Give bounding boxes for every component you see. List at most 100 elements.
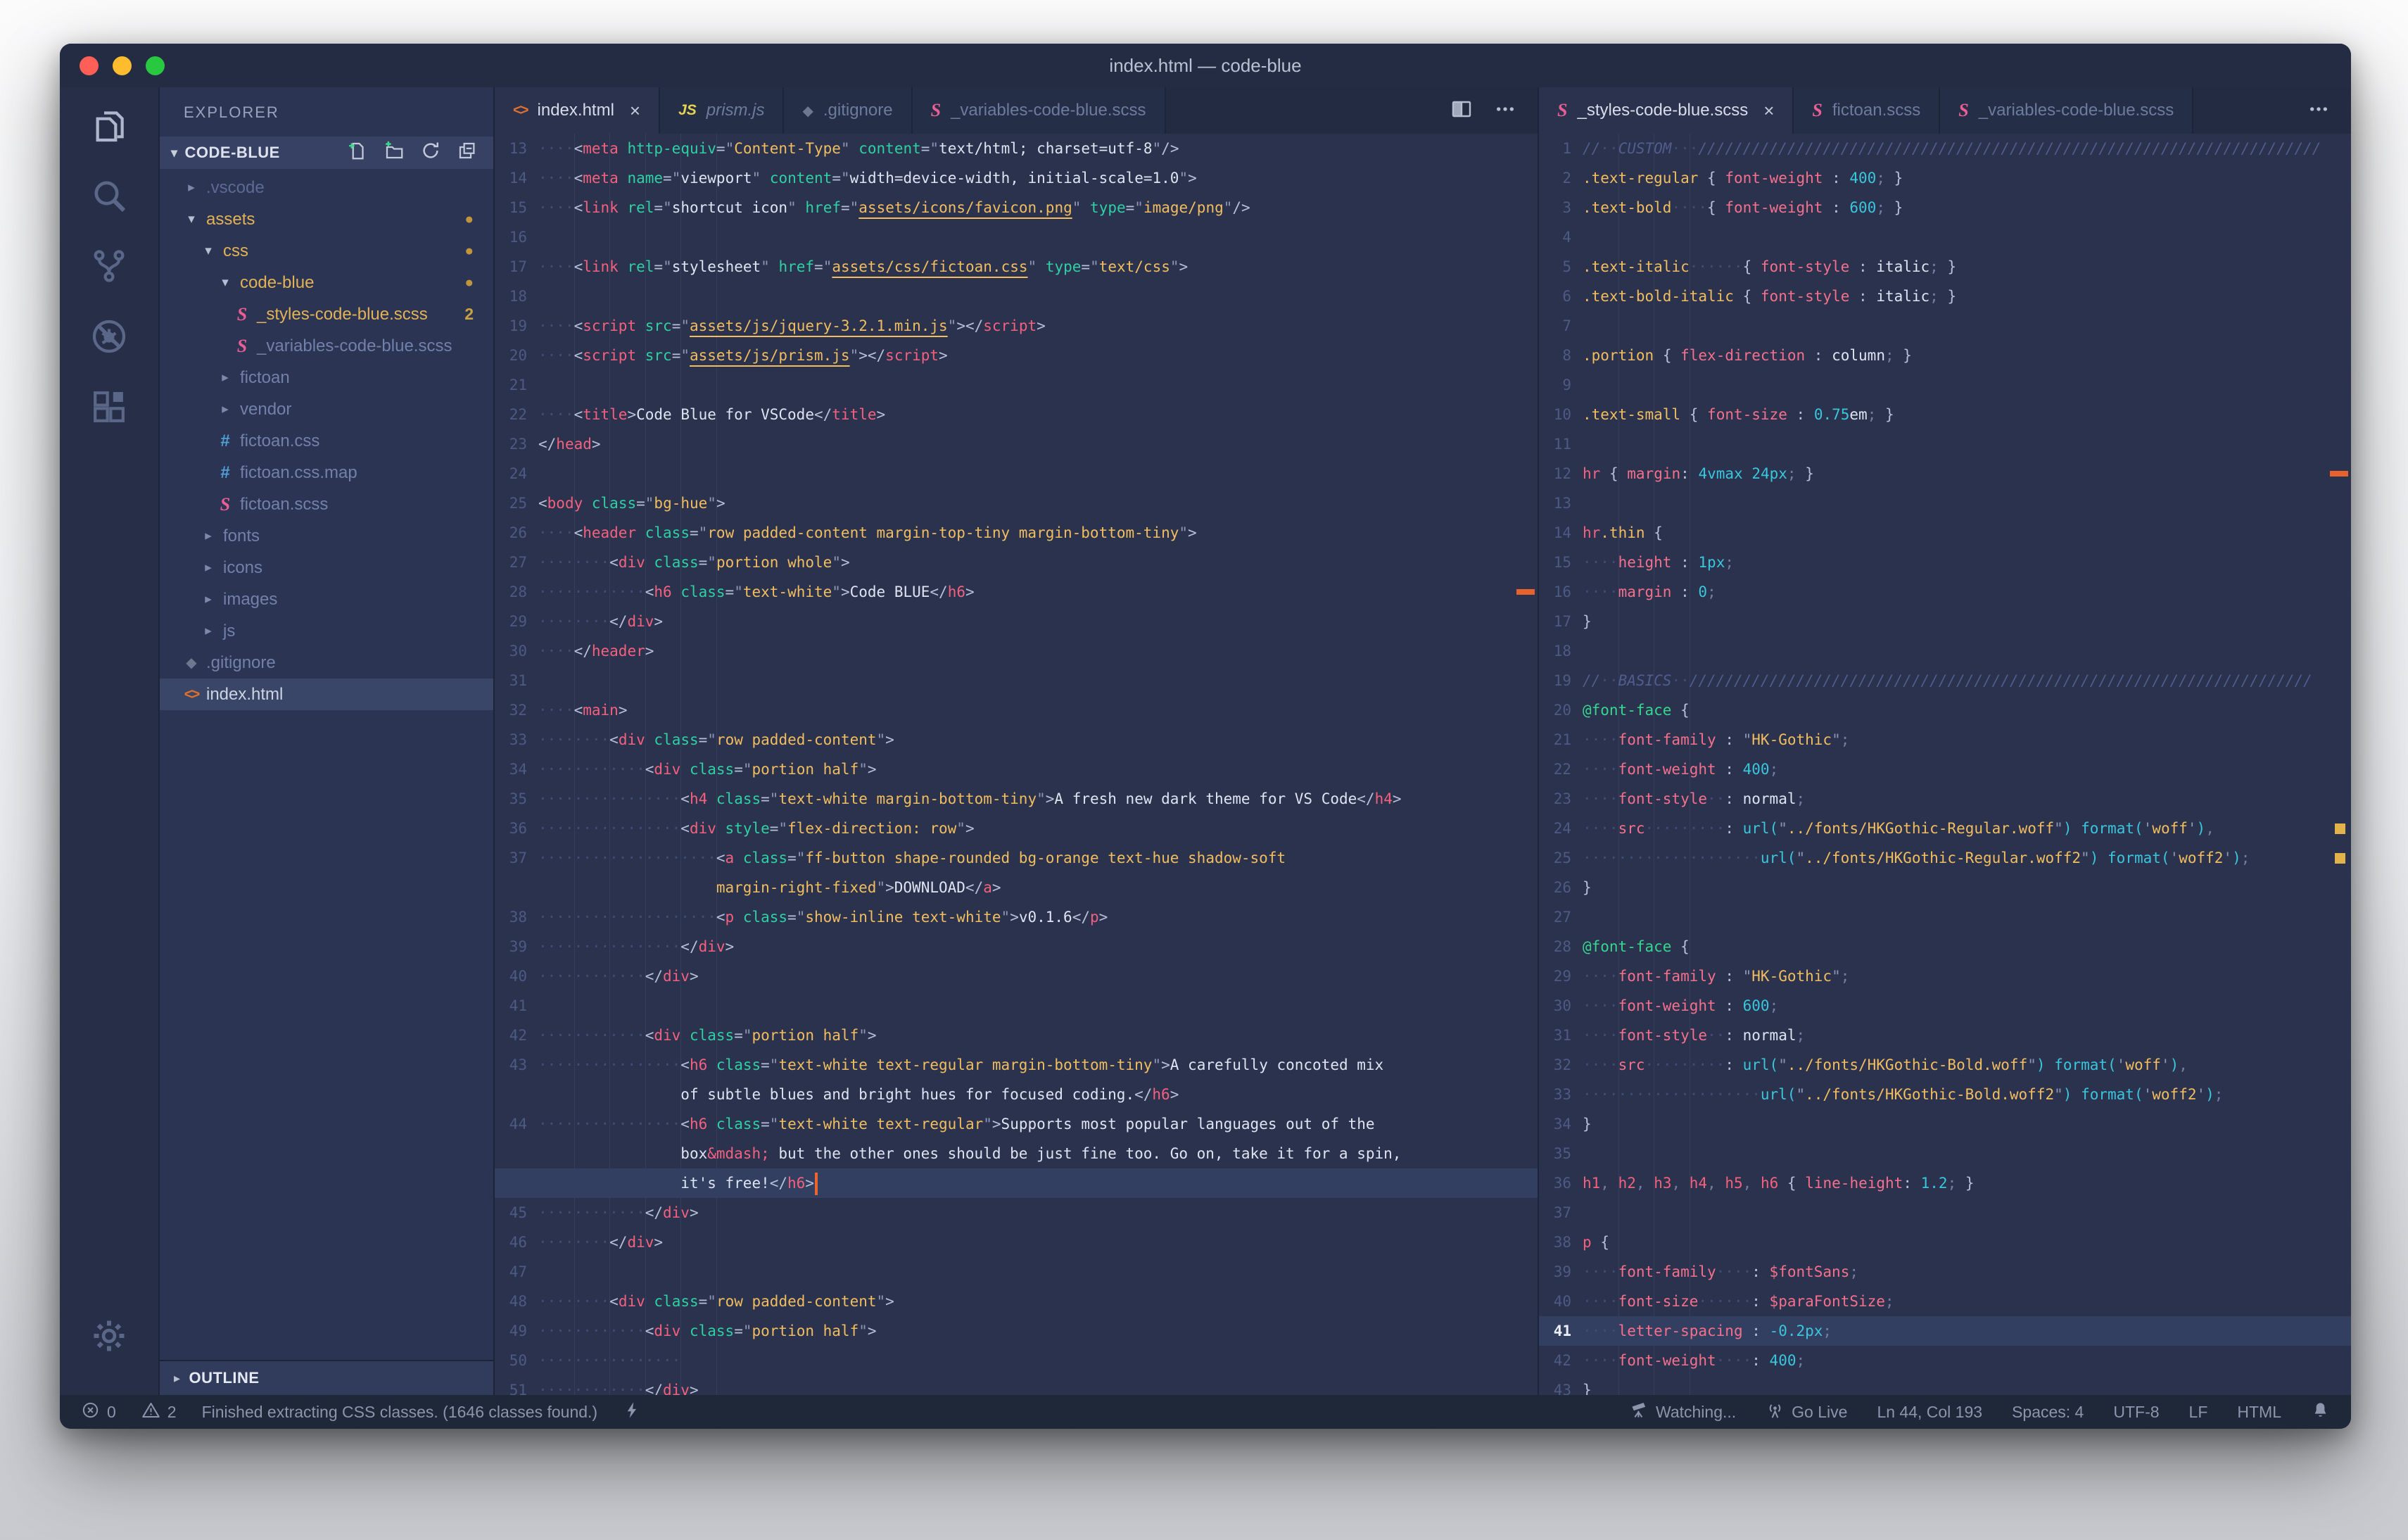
outline-title: OUTLINE (189, 1369, 260, 1387)
tree-item-vendor[interactable]: ▸ vendor (160, 393, 493, 425)
tree-item-code-blue[interactable]: ▾ code-blue ● (160, 267, 493, 298)
editor-actions (1450, 87, 1538, 134)
source-control-icon[interactable] (74, 231, 144, 301)
tree-item-js[interactable]: ▸ js (160, 615, 493, 647)
line-number: 20 (1553, 702, 1571, 719)
code-line: 28 ············<h6 class="text-white">Cod… (495, 577, 1538, 607)
tab-label: .gitignore (823, 101, 893, 120)
status-go-live[interactable]: Go Live (1766, 1401, 1847, 1424)
code-line: 41 ····letter-spacing : -0.2px; (1539, 1316, 2351, 1346)
more-actions-icon[interactable] (2307, 98, 2330, 124)
tab-label: _variables-code-blue.scss (951, 101, 1146, 120)
overview-ruler-marker (2335, 823, 2345, 834)
code-line: 33 ········<div class="row padded-content… (495, 725, 1538, 755)
explorer-icon[interactable] (74, 90, 144, 160)
new-file-icon[interactable] (347, 140, 368, 165)
section-header-code-blue[interactable]: ▾ CODE-BLUE (160, 137, 493, 169)
tree-item-assets[interactable]: ▾ assets ● (160, 203, 493, 235)
more-actions-icon[interactable] (1494, 98, 1516, 124)
status-warnings[interactable]: 2 (141, 1401, 177, 1424)
tab-gitignore[interactable]: ◆ .gitignore (784, 87, 913, 134)
tree-item-label: assets (206, 209, 255, 229)
status-message[interactable]: Finished extracting CSS classes. (1646 c… (202, 1403, 598, 1422)
status-lightning[interactable] (623, 1401, 642, 1424)
code-line: 41 (495, 991, 1538, 1021)
line-number: 25 (1553, 850, 1571, 866)
status-encoding[interactable]: UTF-8 (2113, 1403, 2159, 1422)
collapse-all-icon[interactable] (457, 140, 478, 165)
line-number: 29 (1553, 968, 1571, 985)
tab-fictoan-scss[interactable]: Sfictoan.scss (1794, 87, 1941, 134)
zoom-window-button[interactable] (146, 56, 165, 75)
tab-variables-code-blue-scss[interactable]: S _variables-code-blue.scss (912, 87, 1166, 134)
line-number: 30 (1553, 997, 1571, 1014)
editor-right[interactable]: 1//··CUSTOM···//////////////////////////… (1539, 134, 2351, 1395)
modified-dot-badge: ● (464, 210, 474, 227)
tab-label: _variables-code-blue.scss (1978, 101, 2174, 120)
tree-item-fictoan[interactable]: ▸ fictoan (160, 362, 493, 393)
status-notifications[interactable] (2311, 1401, 2330, 1424)
tree-item-vscode[interactable]: ▸ .vscode (160, 172, 493, 203)
code-line: 46 ········</div> (495, 1227, 1538, 1257)
tree-item-fonts[interactable]: ▸ fonts (160, 520, 493, 552)
code-line: 22 ····<title>Code Blue for VSCode</title… (495, 400, 1538, 429)
html-icon: <> (184, 686, 201, 702)
status-indentation[interactable]: Spaces: 4 (2012, 1403, 2084, 1422)
extensions-icon[interactable] (74, 372, 144, 442)
line-number: 19 (1553, 672, 1571, 689)
tab-prism-js[interactable]: JS prism.js (660, 87, 785, 134)
close-icon[interactable]: × (1763, 100, 1774, 122)
sass-icon: S (236, 303, 248, 324)
sass-icon: S (1812, 100, 1823, 120)
tab-index-html[interactable]: <> index.html × (495, 87, 661, 134)
line-number: 35 (509, 790, 527, 807)
tree-item-index-html[interactable]: <> index.html (160, 679, 493, 710)
line-number: 48 (509, 1293, 527, 1310)
status-cursor-position[interactable]: Ln 44, Col 193 (1877, 1403, 1982, 1422)
code-line: 35 (1539, 1139, 2351, 1168)
tab-label: prism.js (706, 101, 765, 120)
tree-item-css[interactable]: ▾ css ● (160, 235, 493, 267)
tree-item-fictoan-css-map[interactable]: # fictoan.css.map (160, 457, 493, 488)
tree-item-label: fictoan.css.map (240, 462, 357, 482)
status-language-mode[interactable]: HTML (2237, 1403, 2281, 1422)
status-errors[interactable]: 0 (81, 1401, 116, 1424)
tree-item-icons[interactable]: ▸ icons (160, 552, 493, 583)
code-line: 35 ················<h4 class="text-white … (495, 784, 1538, 814)
line-number: 21 (509, 377, 527, 393)
debug-icon[interactable] (74, 301, 144, 372)
tree-item-styles-code-blue-scss[interactable]: S _styles-code-blue.scss 2 (160, 298, 493, 330)
line-number: 1 (1562, 140, 1571, 157)
status-watching[interactable]: Watching... (1630, 1401, 1736, 1424)
code-line: 40 ············</div> (495, 961, 1538, 991)
line-number: 15 (509, 199, 527, 216)
line-number: 7 (1562, 317, 1571, 334)
line-number: 32 (509, 702, 527, 719)
tree-item-variables-code-blue-scss[interactable]: S _variables-code-blue.scss (160, 330, 493, 362)
tree-item-fictoan-scss[interactable]: Sfictoan.scss (160, 488, 493, 520)
close-window-button[interactable] (80, 56, 99, 75)
close-icon[interactable]: × (630, 100, 640, 122)
outline-section-header[interactable]: ▸ OUTLINE (160, 1360, 493, 1395)
code-line: 38 ····················<p class="show-inl… (495, 902, 1538, 932)
line-number: 33 (509, 731, 527, 748)
status-eol[interactable]: LF (2189, 1403, 2208, 1422)
editor-left[interactable]: 13 ····<meta http-equiv="Content-Type" co… (495, 134, 1538, 1395)
line-number: 2 (1562, 170, 1571, 187)
tree-item-gitignore[interactable]: ◆ .gitignore (160, 647, 493, 679)
chevron-down-icon: ▾ (205, 244, 212, 258)
tree-item-label: _styles-code-blue.scss (257, 304, 428, 324)
search-icon[interactable] (74, 160, 144, 231)
code-line: 49 ············<div class="portion half"> (495, 1316, 1538, 1346)
new-folder-icon[interactable] (384, 140, 405, 165)
tab-styles-code-blue-scss[interactable]: S _styles-code-blue.scss × (1539, 87, 1794, 134)
refresh-icon[interactable] (420, 140, 441, 165)
code-line: 20 @font-face { (1539, 695, 2351, 725)
line-number: 43 (509, 1056, 527, 1073)
split-editor-icon[interactable] (1450, 98, 1473, 124)
minimize-window-button[interactable] (113, 56, 132, 75)
tab-variables-code-blue-scss[interactable]: S _variables-code-blue.scss (1940, 87, 2194, 134)
tree-item-fictoan-css[interactable]: # fictoan.css (160, 425, 493, 457)
tree-item-images[interactable]: ▸ images (160, 583, 493, 615)
settings-icon[interactable] (74, 1301, 144, 1371)
